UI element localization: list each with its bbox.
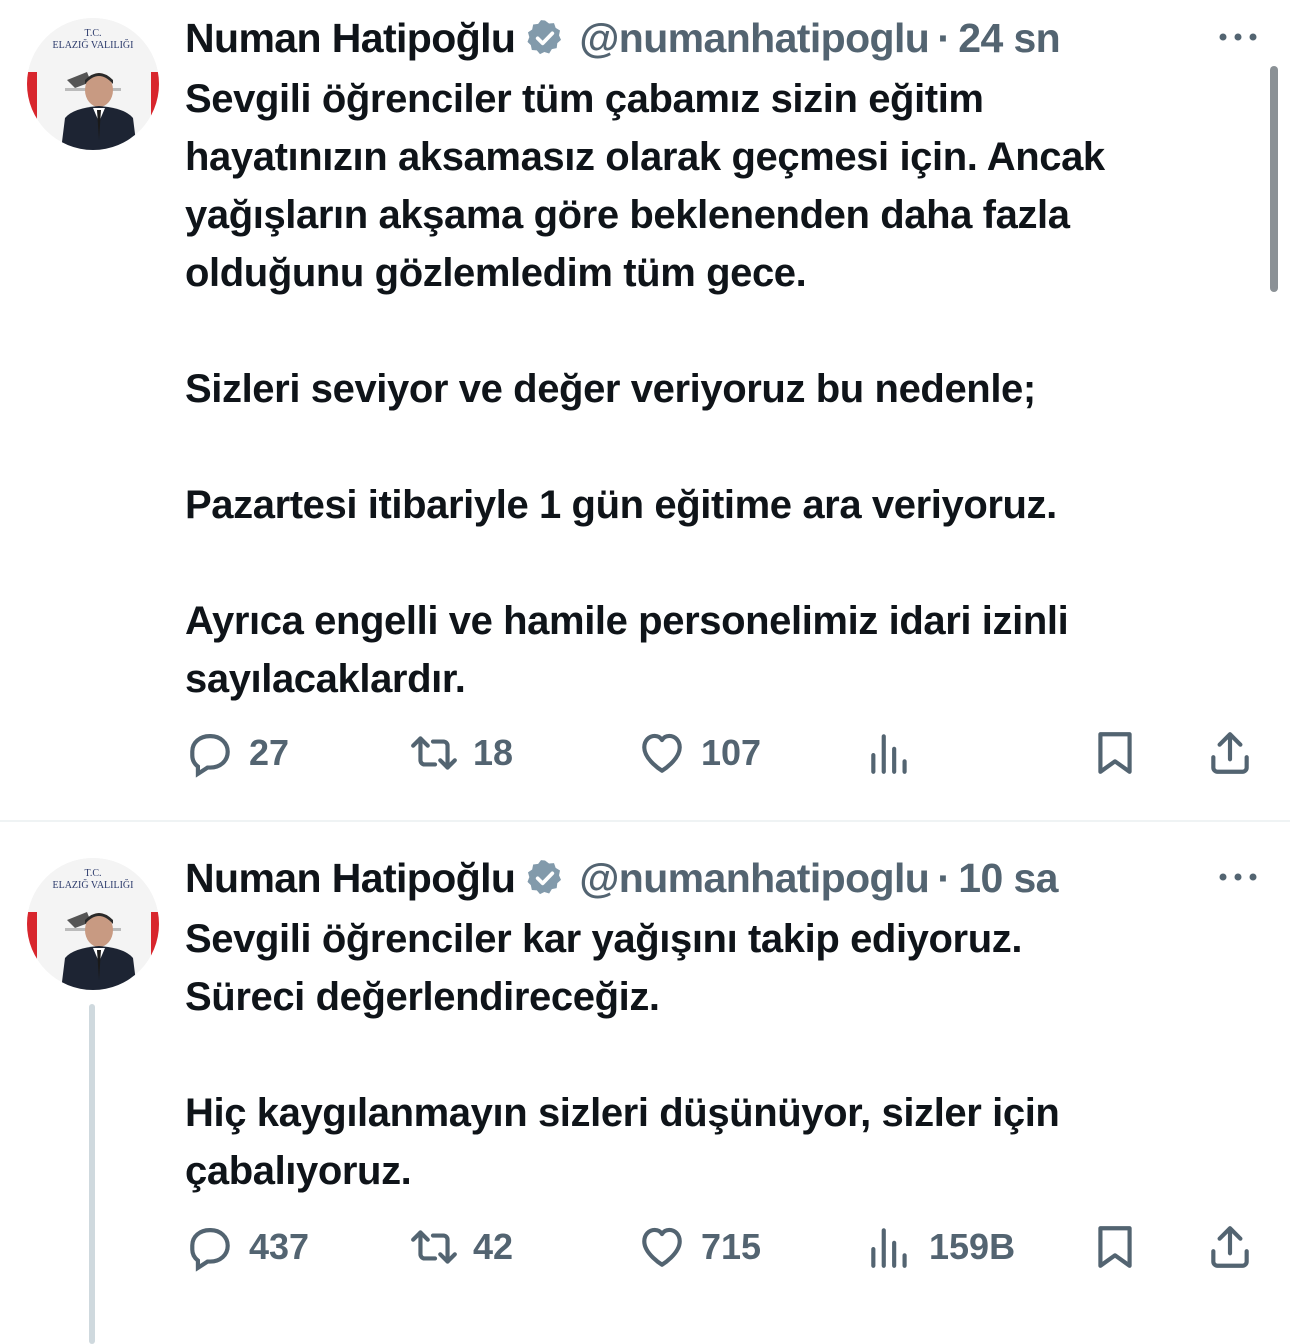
scrollbar[interactable]	[1270, 66, 1278, 292]
verified-badge-icon	[527, 860, 562, 895]
separator-dot: ·	[937, 855, 951, 901]
reply-icon	[190, 734, 230, 778]
tweet-time[interactable]: 24 sn	[958, 15, 1060, 61]
bookmark-button[interactable]	[1090, 1219, 1140, 1275]
avatar-caption-line1: T.C.	[84, 868, 101, 879]
like-button[interactable]: 107	[637, 725, 761, 781]
avatar-caption-line1: T.C.	[84, 28, 101, 39]
tweet-header: Numan Hatipoğlu @numanhatipoglu · 10 sa	[185, 855, 1260, 901]
retweet-icon	[411, 736, 457, 770]
retweet-icon	[411, 1230, 457, 1264]
retweet-button[interactable]: 42	[409, 1219, 513, 1275]
avatar-photo: T.C. ELAZIĞ VALILIĞI	[27, 18, 159, 150]
like-count: 107	[701, 732, 762, 773]
bookmark-icon	[1098, 732, 1132, 774]
thread-line	[89, 1004, 95, 1344]
retweet-button[interactable]: 18	[409, 725, 513, 781]
reply-button[interactable]: 27	[185, 725, 289, 781]
views-chart-icon	[871, 1228, 907, 1268]
like-button[interactable]: 715	[637, 1219, 761, 1275]
retweet-count: 18	[473, 732, 514, 773]
author-name[interactable]: Numan Hatipoğlu	[185, 15, 516, 61]
tweet-actions: 27 18 107	[185, 725, 1265, 781]
share-button[interactable]	[1205, 1219, 1255, 1275]
share-button[interactable]	[1205, 725, 1255, 781]
author-handle[interactable]: @numanhatipoglu	[579, 15, 929, 61]
tweet-actions: 437 42 715 159B	[185, 1219, 1265, 1275]
avatar-caption-line2: ELAZIĞ VALILIĞI	[52, 879, 133, 891]
verified-badge-icon	[527, 20, 562, 55]
reply-count: 437	[249, 1226, 310, 1267]
tweet-text: Sevgili öğrenciler kar yağışını takip ed…	[185, 917, 1060, 1193]
avatar-caption-line2: ELAZIĞ VALILIĞI	[52, 39, 133, 51]
views-button[interactable]: 159B	[865, 1219, 1015, 1275]
author-handle[interactable]: @numanhatipoglu	[579, 855, 929, 901]
reply-count: 27	[249, 732, 290, 773]
avatar[interactable]: T.C. ELAZIĞ VALILIĞI	[27, 858, 159, 990]
tweet-text: Sevgili öğrenciler tüm çabamız sizin eği…	[185, 77, 1105, 701]
share-icon	[1211, 1226, 1249, 1268]
views-chart-icon	[871, 734, 907, 774]
reply-icon	[190, 1228, 230, 1272]
heart-icon	[642, 1227, 682, 1267]
avatar-photo: T.C. ELAZIĞ VALILIĞI	[27, 858, 159, 990]
heart-icon	[642, 733, 682, 773]
tweet-time[interactable]: 10 sa	[958, 855, 1058, 901]
share-icon	[1211, 732, 1249, 774]
tweet[interactable]: T.C. ELAZIĞ VALILIĞI Numan Hatipoğlu @nu…	[0, 822, 1290, 1344]
more-options-icon[interactable]	[1216, 867, 1260, 887]
like-count: 715	[701, 1226, 762, 1267]
author-name[interactable]: Numan Hatipoğlu	[185, 855, 516, 901]
tweet-header: Numan Hatipoğlu @numanhatipoglu · 24 sn	[185, 15, 1260, 61]
more-options-icon[interactable]	[1216, 27, 1260, 47]
avatar[interactable]: T.C. ELAZIĞ VALILIĞI	[27, 18, 159, 150]
views-button[interactable]	[865, 725, 929, 781]
tweet[interactable]: T.C. ELAZIĞ VALILIĞI Numan Hatipoğlu @nu…	[0, 0, 1290, 820]
retweet-count: 42	[473, 1226, 514, 1267]
reply-button[interactable]: 437	[185, 1219, 309, 1275]
bookmark-icon	[1098, 1226, 1132, 1268]
bookmark-button[interactable]	[1090, 725, 1140, 781]
separator-dot: ·	[937, 15, 951, 61]
views-count: 159B	[929, 1226, 1016, 1267]
